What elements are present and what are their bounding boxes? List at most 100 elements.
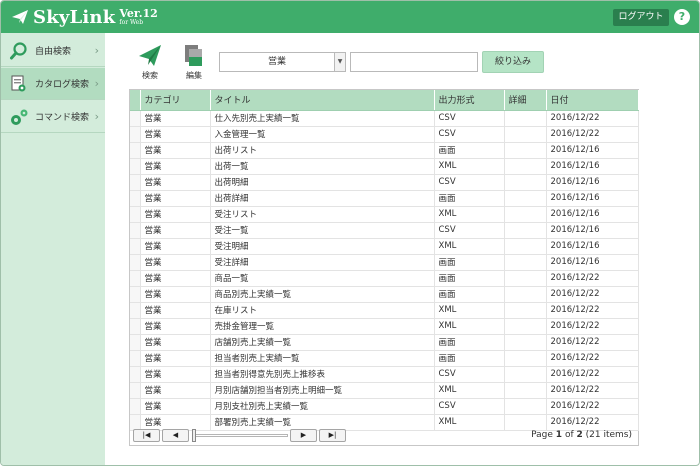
- cell-title: 担当者別売上実績一覧: [210, 350, 435, 367]
- cell-category: 営業: [140, 110, 211, 127]
- row-header[interactable]: [130, 238, 141, 255]
- sidebar-item-free-search[interactable]: 自由検索 ›: [1, 35, 105, 67]
- table-row[interactable]: 営業 商品別売上実績一覧 画面 2016/12/22: [130, 286, 639, 303]
- cell-date: 2016/12/16: [546, 238, 639, 255]
- row-header[interactable]: [130, 270, 141, 287]
- cell-date: 2016/12/22: [546, 318, 639, 335]
- prev-page-button[interactable]: ◀: [162, 429, 189, 442]
- cell-date: 2016/12/22: [546, 270, 639, 287]
- cell-format: 画面: [434, 334, 505, 351]
- dropdown-arrow-icon[interactable]: ▼: [334, 53, 345, 71]
- cell-title: 店舗別売上実績一覧: [210, 334, 435, 351]
- pager: |◀ ◀ ▶ ▶| Page 1 of 2 (21 items): [130, 426, 638, 446]
- chevron-right-icon: ›: [94, 110, 99, 123]
- row-header[interactable]: [130, 174, 141, 191]
- column-header-detail[interactable]: 詳細: [504, 90, 547, 111]
- cell-detail: [504, 382, 547, 399]
- cell-title: 月別店舗別担当者別売上明細一覧: [210, 382, 435, 399]
- table-row[interactable]: 営業 受注一覧 CSV 2016/12/16: [130, 222, 639, 239]
- help-icon[interactable]: ?: [674, 9, 690, 25]
- cell-format: 画面: [434, 286, 505, 303]
- table-row[interactable]: 営業 受注明細 XML 2016/12/16: [130, 238, 639, 255]
- table-row[interactable]: 営業 在庫リスト XML 2016/12/22: [130, 302, 639, 319]
- sidebar-item-command-search[interactable]: コマンド検索 ›: [1, 101, 105, 133]
- cell-format: CSV: [434, 222, 505, 239]
- first-page-button[interactable]: |◀: [133, 429, 160, 442]
- table-row[interactable]: 営業 受注詳細 画面 2016/12/16: [130, 254, 639, 271]
- row-header[interactable]: [130, 286, 141, 303]
- table-row[interactable]: 営業 出荷リスト 画面 2016/12/16: [130, 142, 639, 159]
- table-row[interactable]: 営業 出荷明細 CSV 2016/12/16: [130, 174, 639, 191]
- table-row[interactable]: 営業 商品一覧 画面 2016/12/22: [130, 270, 639, 287]
- filter-button[interactable]: 絞り込み: [482, 51, 544, 73]
- row-header[interactable]: [130, 382, 141, 399]
- row-header[interactable]: [130, 350, 141, 367]
- cell-title: 出荷一覧: [210, 158, 435, 175]
- cell-category: 営業: [140, 302, 211, 319]
- row-header[interactable]: [130, 398, 141, 415]
- sidebar-item-label: 自由検索: [35, 47, 72, 57]
- cell-date: 2016/12/22: [546, 302, 639, 319]
- cell-detail: [504, 318, 547, 335]
- edit-tool-label: 編集: [186, 71, 202, 80]
- column-header-category[interactable]: カテゴリ: [140, 90, 211, 111]
- row-header[interactable]: [130, 142, 141, 159]
- logo-version: Ver.12 for Web: [119, 8, 157, 26]
- column-header-title[interactable]: タイトル: [210, 90, 435, 111]
- row-header[interactable]: [130, 222, 141, 239]
- table-row[interactable]: 営業 出荷一覧 XML 2016/12/16: [130, 158, 639, 175]
- sidebar-item-catalog-search[interactable]: カタログ検索 ›: [1, 68, 105, 100]
- row-header[interactable]: [130, 318, 141, 335]
- search-tool-button[interactable]: 検索: [137, 42, 163, 81]
- table-row[interactable]: 営業 月別支社別売上実績一覧 CSV 2016/12/22: [130, 398, 639, 415]
- cell-detail: [504, 334, 547, 351]
- skylink-logo: SkyLink Ver.12 for Web: [11, 6, 158, 28]
- column-header-format[interactable]: 出力形式: [434, 90, 505, 111]
- search-input[interactable]: [350, 52, 478, 72]
- row-header[interactable]: [130, 126, 141, 143]
- page-slider-thumb[interactable]: [192, 429, 196, 442]
- cell-category: 営業: [140, 398, 211, 415]
- item-count: (21 items): [585, 430, 632, 440]
- table-row[interactable]: 営業 入金管理一覧 CSV 2016/12/22: [130, 126, 639, 143]
- cell-detail: [504, 158, 547, 175]
- table-row[interactable]: 営業 担当者別売上実績一覧 画面 2016/12/22: [130, 350, 639, 367]
- cell-detail: [504, 142, 547, 159]
- table-row[interactable]: 営業 受注リスト XML 2016/12/16: [130, 206, 639, 223]
- cell-detail: [504, 286, 547, 303]
- edit-tool-button[interactable]: 編集: [181, 42, 207, 81]
- cell-title: 仕入先別売上実績一覧: [210, 110, 435, 127]
- row-header[interactable]: [130, 302, 141, 319]
- cell-title: 出荷リスト: [210, 142, 435, 159]
- cell-format: XML: [434, 302, 505, 319]
- cell-date: 2016/12/16: [546, 142, 639, 159]
- paper-plane-icon: [139, 45, 161, 66]
- next-page-button[interactable]: ▶: [290, 429, 317, 442]
- row-header[interactable]: [130, 254, 141, 271]
- category-select[interactable]: 営業 ▼: [219, 52, 346, 72]
- table-row[interactable]: 営業 店舗別売上実績一覧 画面 2016/12/22: [130, 334, 639, 351]
- total-pages: 2: [576, 430, 583, 440]
- catalog-grid: カテゴリ タイトル 出力形式 詳細 日付 営業 仕入先別売上実績一覧 CSV 2016…: [129, 89, 639, 446]
- table-row[interactable]: 営業 担当者別得意先別売上推移表 CSV 2016/12/22: [130, 366, 639, 383]
- last-page-button[interactable]: ▶|: [319, 429, 346, 442]
- chevron-right-icon: ›: [94, 44, 99, 57]
- row-header[interactable]: [130, 110, 141, 127]
- column-header-date[interactable]: 日付: [546, 90, 639, 111]
- version-text: Ver.12: [119, 7, 158, 20]
- table-row[interactable]: 営業 月別店舗別担当者別売上明細一覧 XML 2016/12/22: [130, 382, 639, 399]
- current-page: 1: [555, 430, 563, 440]
- table-row[interactable]: 営業 出荷詳細 画面 2016/12/16: [130, 190, 639, 207]
- logout-button[interactable]: ログアウト: [613, 9, 669, 26]
- sidebar-item-label: コマンド検索: [35, 113, 90, 123]
- row-header[interactable]: [130, 190, 141, 207]
- row-header[interactable]: [130, 334, 141, 351]
- row-header[interactable]: [130, 366, 141, 383]
- row-header[interactable]: [130, 206, 141, 223]
- table-row[interactable]: 営業 売掛金管理一覧 XML 2016/12/22: [130, 318, 639, 335]
- app-header: SkyLink Ver.12 for Web ログアウト ?: [1, 1, 699, 33]
- row-header[interactable]: [130, 158, 141, 175]
- page-slider-track[interactable]: [192, 434, 288, 437]
- cell-format: XML: [434, 158, 505, 175]
- table-row[interactable]: 営業 仕入先別売上実績一覧 CSV 2016/12/22: [130, 110, 639, 127]
